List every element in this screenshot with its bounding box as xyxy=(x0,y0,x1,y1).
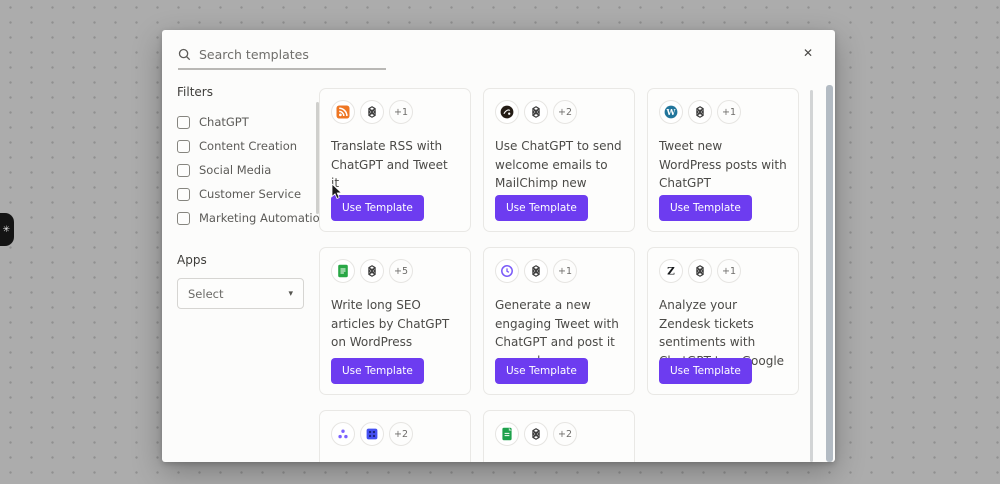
extra-apps-badge: +1 xyxy=(717,259,741,283)
card-icon-row: W +1 xyxy=(659,100,787,124)
filter-label: Marketing Automation xyxy=(199,211,327,225)
extra-apps-badge: +1 xyxy=(717,100,741,124)
chatgpt-icon xyxy=(360,100,384,124)
filter-label: Social Media xyxy=(199,163,271,177)
extra-apps-badge: +2 xyxy=(553,100,577,124)
filter-item-content-creation[interactable]: Content Creation xyxy=(177,134,319,158)
template-card[interactable]: W +1 Tweet new WordPress posts with ChatG… xyxy=(647,88,799,232)
card-icon-row: +5 xyxy=(331,259,459,283)
use-template-button[interactable]: Use Template xyxy=(495,358,588,384)
use-template-button[interactable]: Use Template xyxy=(331,195,424,221)
template-card[interactable]: +5 Write long SEO articles by ChatGPT on… xyxy=(319,247,471,395)
card-title: Translate RSS with ChatGPT and Tweet it xyxy=(331,137,459,193)
filter-item-customer-service[interactable]: Customer Service xyxy=(177,182,319,206)
filters-title: Filters xyxy=(177,85,319,99)
filter-checkbox[interactable] xyxy=(177,116,190,129)
apps-title: Apps xyxy=(177,253,319,267)
filter-item-marketing-automation[interactable]: Marketing Automation xyxy=(177,206,319,230)
card-icon-row: +2 xyxy=(495,422,623,446)
zendesk-icon: Z xyxy=(659,259,683,283)
wordpress-icon: W xyxy=(659,100,683,124)
svg-text:Z: Z xyxy=(667,266,675,278)
modal-header: ✕ xyxy=(162,30,835,72)
sheets-green-icon xyxy=(495,422,519,446)
chatgpt-icon xyxy=(688,100,712,124)
extra-apps-badge: +1 xyxy=(389,100,413,124)
filter-checkbox[interactable] xyxy=(177,140,190,153)
search-field[interactable] xyxy=(178,40,386,70)
extra-apps-badge: +5 xyxy=(389,259,413,283)
template-card[interactable]: +2 Use Template xyxy=(483,410,635,462)
svg-text:W: W xyxy=(666,107,677,117)
template-card[interactable]: +1 Translate RSS with ChatGPT and Tweet … xyxy=(319,88,471,232)
chatgpt-icon xyxy=(360,259,384,283)
chatgpt-node-icon: ✳ xyxy=(2,225,10,235)
rss-icon xyxy=(331,100,355,124)
template-card[interactable]: +1 Generate a new engaging Tweet with Ch… xyxy=(483,247,635,395)
chatgpt-icon xyxy=(524,422,548,446)
chatgpt-icon xyxy=(524,259,548,283)
card-icon-row: Z +1 xyxy=(659,259,787,283)
filter-checkbox[interactable] xyxy=(177,212,190,225)
use-template-button[interactable]: Use Template xyxy=(659,358,752,384)
use-template-button[interactable]: Use Template xyxy=(495,195,588,221)
app-grid-blue-icon xyxy=(360,422,384,446)
extra-apps-badge: +2 xyxy=(553,422,577,446)
chatgpt-icon xyxy=(524,100,548,124)
filter-label: Content Creation xyxy=(199,139,297,153)
modal-scrollbar[interactable] xyxy=(826,85,833,462)
template-card[interactable]: +2 Use Template xyxy=(319,410,471,462)
filter-item-social-media[interactable]: Social Media xyxy=(177,158,319,182)
card-title: Tweet new WordPress posts with ChatGPT xyxy=(659,137,787,193)
use-template-button[interactable]: Use Template xyxy=(331,358,424,384)
mailchimp-icon xyxy=(495,100,519,124)
cluster-purple-icon xyxy=(331,422,355,446)
filter-label: ChatGPT xyxy=(199,115,249,129)
apps-select[interactable]: Select ▾ xyxy=(177,278,304,309)
grid-scrollbar[interactable] xyxy=(810,90,813,462)
card-icon-row: +1 xyxy=(331,100,459,124)
modal-body: Filters ChatGPT Content Creation Social … xyxy=(162,72,835,462)
extra-apps-badge: +1 xyxy=(553,259,577,283)
template-card[interactable]: +2 Use ChatGPT to send welcome emails to… xyxy=(483,88,635,232)
filter-label: Customer Service xyxy=(199,187,301,201)
filters-list: ChatGPT Content Creation Social Media Cu… xyxy=(177,110,319,230)
filters-sidebar: Filters ChatGPT Content Creation Social … xyxy=(177,72,319,462)
use-template-button[interactable]: Use Template xyxy=(659,195,752,221)
template-card[interactable]: Z+1 Analyze your Zendesk tickets sentime… xyxy=(647,247,799,395)
templates-modal: ✕ Filters ChatGPT Content Creation Socia… xyxy=(162,30,835,462)
apps-section: Apps Select ▾ xyxy=(177,253,319,309)
templates-grid: +1 Translate RSS with ChatGPT and Tweet … xyxy=(319,88,799,462)
card-title: Write long SEO articles by ChatGPT on Wo… xyxy=(331,296,459,352)
card-icon-row: +2 xyxy=(495,100,623,124)
extra-apps-badge: +2 xyxy=(389,422,413,446)
close-icon[interactable]: ✕ xyxy=(799,44,817,62)
chevron-down-icon: ▾ xyxy=(288,289,293,299)
search-input[interactable] xyxy=(199,47,386,62)
filter-checkbox[interactable] xyxy=(177,164,190,177)
canvas-node-chatgpt: ✳ xyxy=(0,213,14,246)
filter-checkbox[interactable] xyxy=(177,188,190,201)
apps-select-value: Select xyxy=(188,287,288,301)
schedule-icon xyxy=(495,259,519,283)
chatgpt-icon xyxy=(688,259,712,283)
card-icon-row: +1 xyxy=(495,259,623,283)
docs-green-icon xyxy=(331,259,355,283)
filter-item-chatgpt[interactable]: ChatGPT xyxy=(177,110,319,134)
card-icon-row: +2 xyxy=(331,422,459,446)
search-icon xyxy=(178,48,191,61)
